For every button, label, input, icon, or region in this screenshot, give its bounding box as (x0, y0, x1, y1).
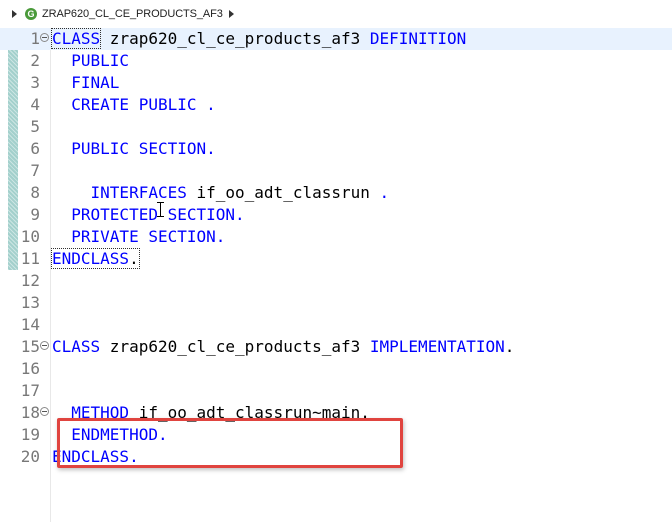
identifier: zrap620_cl_ce_products_af3 (100, 29, 370, 48)
identifier: zrap620_cl_ce_products_af3 (100, 337, 370, 356)
keyword: IMPLEMENTATION (369, 337, 505, 356)
code-text: PRIVATE SECTION. (52, 228, 225, 246)
breadcrumb-expand-icon[interactable] (12, 10, 17, 18)
keyword: INTERFACES (52, 183, 187, 202)
line-number: 6 (30, 139, 40, 158)
code-text: CLASS zrap620_cl_ce_products_af3 IMPLEME… (52, 338, 514, 356)
line-number: 4 (30, 95, 40, 114)
code-line[interactable]: 13 (0, 292, 672, 314)
code-line[interactable]: 16 (0, 358, 672, 380)
line-number: 17 (20, 381, 40, 400)
code-text: ENDCLASS. (51, 248, 140, 269)
code-text: FINAL (52, 74, 119, 92)
keyword: PUBLIC SECTION. (52, 139, 216, 158)
code-line[interactable]: 17 (0, 380, 672, 402)
code-line[interactable]: 14 (0, 314, 672, 336)
class-icon: G (25, 8, 37, 20)
code-line[interactable]: 6 PUBLIC SECTION. (0, 138, 672, 160)
code-line[interactable]: 15 CLASS zrap620_cl_ce_products_af3 IMPL… (0, 336, 672, 358)
code-line[interactable]: 8 INTERFACES if_oo_adt_classrun . (0, 182, 672, 204)
line-number: 15 (20, 337, 40, 356)
code-line[interactable]: 1 CLASS zrap620_cl_ce_products_af3 DEFIN… (0, 28, 672, 50)
line-number: 10 (20, 227, 40, 246)
code-editor[interactable]: 1 CLASS zrap620_cl_ce_products_af3 DEFIN… (0, 28, 672, 522)
keyword: . (379, 183, 390, 202)
breadcrumb: G ZRAP620_CL_CE_PRODUCTS_AF3 (0, 0, 672, 29)
fold-collapse-icon[interactable] (40, 341, 49, 350)
identifier: if_oo_adt_classrun (186, 183, 380, 202)
code-line[interactable]: 4 CREATE PUBLIC . (0, 94, 672, 116)
code-text: PUBLIC (52, 52, 129, 70)
keyword: PUBLIC (52, 51, 130, 70)
code-text: CREATE PUBLIC . (52, 96, 216, 114)
line-number: 8 (30, 183, 40, 202)
keyword-endclass: ENDCLASS (52, 249, 130, 268)
keyword-class: CLASS (50, 28, 102, 49)
keyword: FINAL (52, 73, 120, 92)
keyword: DEFINITION (369, 29, 467, 48)
code-text: PROTECTED SECTION. (52, 205, 245, 224)
code-line[interactable]: 3 FINAL (0, 72, 672, 94)
line-number: 12 (20, 271, 40, 290)
line-number: 1 (30, 29, 40, 48)
keyword: CLASS (52, 337, 101, 356)
code-text: CLASS zrap620_cl_ce_products_af3 DEFINIT… (50, 28, 467, 49)
line-number: 2 (30, 51, 40, 70)
code-line[interactable]: 12 (0, 270, 672, 292)
code-text: PUBLIC SECTION. (52, 140, 216, 158)
line-number: 5 (30, 117, 40, 136)
line-number: 20 (20, 447, 40, 466)
fold-collapse-icon[interactable] (40, 407, 49, 416)
fold-collapse-icon[interactable] (40, 33, 49, 42)
method-highlight-box (57, 418, 403, 468)
breadcrumb-next-icon[interactable] (228, 10, 234, 18)
line-number: 19 (20, 425, 40, 444)
keyword: CREATE PUBLIC . (52, 95, 216, 114)
line-number: 9 (30, 205, 40, 224)
line-number: 11 (20, 249, 40, 268)
text-cursor-icon (156, 202, 165, 217)
line-number: 3 (30, 73, 40, 92)
line-number: 7 (30, 161, 40, 180)
code-line[interactable]: 5 (0, 116, 672, 138)
punctuation: . (504, 337, 515, 356)
code-line[interactable]: 9 PROTECTED SECTION. (0, 204, 672, 226)
code-line[interactable]: 11 ENDCLASS. (0, 248, 672, 270)
keyword: PRIVATE SECTION. (52, 227, 226, 246)
line-number: 18 (20, 403, 40, 422)
breadcrumb-class-name[interactable]: ZRAP620_CL_CE_PRODUCTS_AF3 (42, 8, 223, 20)
keyword: PROTECTED SECTION. (52, 205, 245, 224)
code-line[interactable]: 10 PRIVATE SECTION. (0, 226, 672, 248)
punctuation: . (129, 249, 139, 268)
code-line[interactable]: 7 (0, 160, 672, 182)
code-text: INTERFACES if_oo_adt_classrun . (52, 183, 390, 202)
line-number: 13 (20, 293, 40, 312)
line-number: 14 (20, 315, 40, 334)
code-line[interactable]: 2 PUBLIC (0, 50, 672, 72)
line-number: 16 (20, 359, 40, 378)
